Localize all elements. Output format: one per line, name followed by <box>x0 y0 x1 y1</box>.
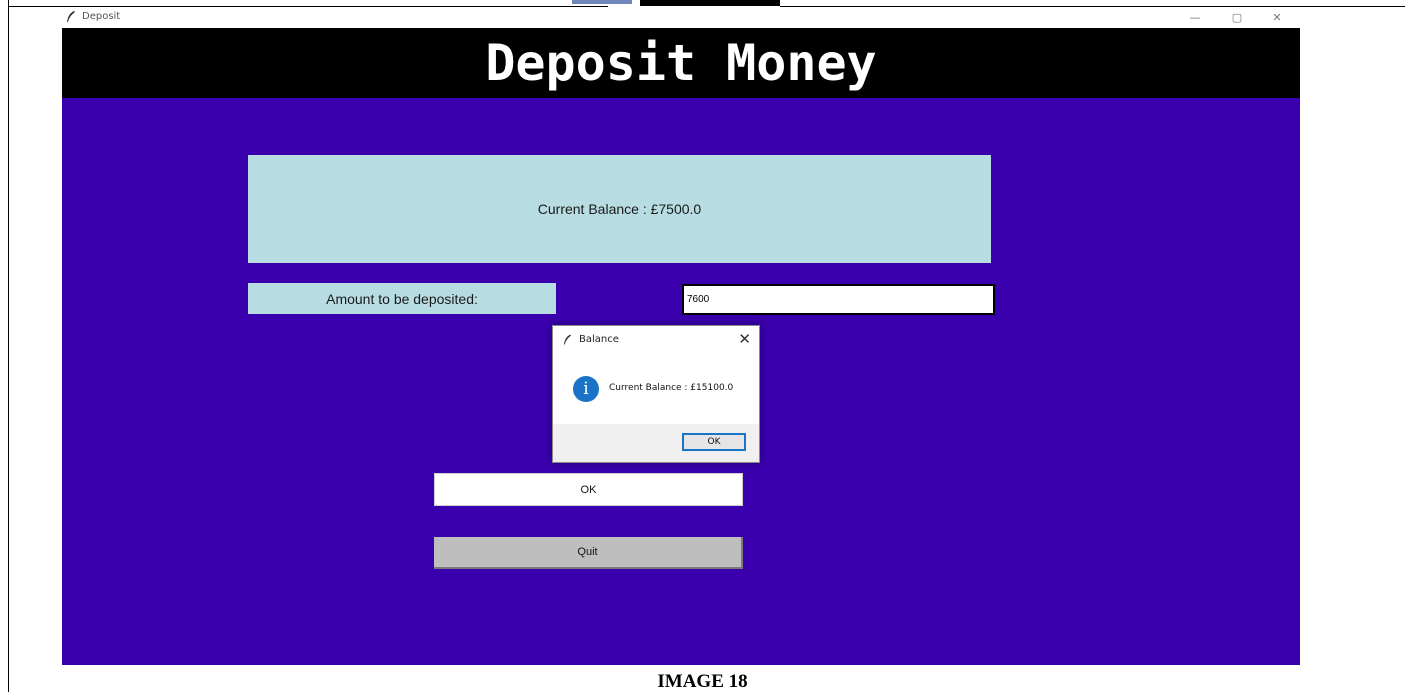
ok-button[interactable]: OK <box>434 473 743 506</box>
amount-label: Amount to be deposited: <box>248 283 556 314</box>
document-frame-mark <box>572 0 632 4</box>
feather-icon <box>67 11 75 22</box>
minimize-button[interactable]: — <box>1180 9 1210 27</box>
feather-icon <box>563 334 572 345</box>
dialog-close-button[interactable]: ✕ <box>738 330 751 348</box>
document-frame-line <box>8 0 9 692</box>
dialog-titlebar[interactable]: Balance ✕ <box>553 326 759 354</box>
dialog-body: i Current Balance : £15100.0 <box>553 354 759 424</box>
document-frame-mark <box>640 0 780 6</box>
window-title: Deposit <box>82 11 121 22</box>
document-frame-line <box>8 6 608 7</box>
page-title: Deposit Money <box>62 28 1300 98</box>
close-button[interactable]: ✕ <box>1262 9 1292 27</box>
dialog-message: Current Balance : £15100.0 <box>609 383 734 393</box>
quit-button[interactable]: Quit <box>434 537 743 569</box>
current-balance-label: Current Balance : £7500.0 <box>537 201 702 217</box>
window-titlebar[interactable]: Deposit — ▢ ✕ <box>62 8 1300 28</box>
dialog-ok-button[interactable]: OK <box>682 433 746 451</box>
document-frame-line <box>780 6 1405 7</box>
dialog-footer: OK <box>553 424 759 462</box>
amount-label-text: Amount to be deposited: <box>326 290 478 307</box>
image-caption: IMAGE 18 <box>657 671 748 692</box>
amount-input[interactable] <box>682 284 995 315</box>
maximize-button[interactable]: ▢ <box>1222 9 1252 27</box>
current-balance-panel: Current Balance : £7500.0 <box>248 155 991 263</box>
info-icon: i <box>573 376 599 402</box>
balance-dialog: Balance ✕ i Current Balance : £15100.0 O… <box>552 325 760 463</box>
dialog-title: Balance <box>579 334 619 345</box>
